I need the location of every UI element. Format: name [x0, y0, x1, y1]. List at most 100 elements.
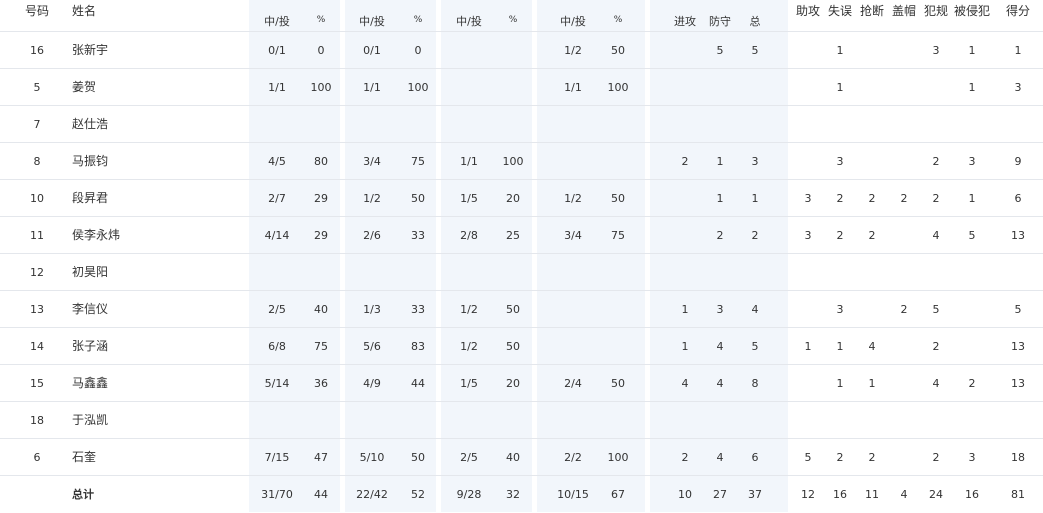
stat-pf: 2: [932, 451, 940, 464]
stat-fgp: 100: [310, 81, 332, 94]
stat-blk: 4: [900, 488, 908, 501]
stat-ast: 12: [801, 488, 815, 501]
header-rebound-defense: 防守: [709, 15, 731, 28]
stat-fg: 4/5: [268, 155, 286, 168]
header-two-pct: %: [413, 15, 423, 25]
stat-stl: 2: [868, 451, 876, 464]
stat-ftp: 75: [611, 229, 625, 242]
stat-stl: 2: [868, 229, 876, 242]
header-steals: 抢断: [859, 4, 885, 18]
stat-threep: 50: [506, 303, 520, 316]
stat-tov: 2: [836, 451, 844, 464]
stat-threep: 100: [502, 155, 524, 168]
stat-fg: 5/14: [264, 377, 290, 390]
stat-fd: 3: [968, 451, 976, 464]
stat-pts: 81: [1011, 488, 1025, 501]
stat-ftp: 67: [611, 488, 625, 501]
stat-pf: 5: [932, 303, 940, 316]
stat-blk: 2: [900, 192, 908, 205]
stat-twop: 83: [411, 340, 425, 353]
stat-two: 3/4: [363, 155, 381, 168]
player-name: 马鑫鑫: [72, 376, 109, 390]
stat-threep: 40: [506, 451, 520, 464]
header-name: 姓名: [72, 4, 97, 18]
stat-tov: 1: [836, 44, 844, 57]
stat-twop: 33: [411, 303, 425, 316]
table-row: 张子涵 14 6/8 75 5/6 83 1/2 50 1 4 5 1 1 4 2 13: [0, 327, 1043, 365]
stat-ast: 1: [804, 340, 812, 353]
stat-pf: 4: [932, 229, 940, 242]
stat-fg: 4/14: [264, 229, 290, 242]
stat-twop: 100: [407, 81, 429, 94]
header-points: 得分: [1005, 4, 1031, 18]
stat-two: 0/1: [363, 44, 381, 57]
stat-reb: 2: [751, 229, 759, 242]
stat-no: 11: [30, 229, 44, 242]
stat-three: 2/5: [460, 451, 478, 464]
player-name: 张子涵: [72, 339, 109, 353]
table-row: 赵仕浩 7: [0, 105, 1043, 143]
stat-reb: 5: [751, 340, 759, 353]
stat-ft: 1/2: [564, 44, 582, 57]
stat-tov: 2: [836, 192, 844, 205]
stat-pts: 13: [1011, 340, 1025, 353]
stat-fg: 2/5: [268, 303, 286, 316]
stat-pts: 5: [1014, 303, 1022, 316]
stat-dreb: 27: [713, 488, 727, 501]
stat-fd: 3: [968, 155, 976, 168]
stat-fgp: 0: [317, 44, 325, 57]
stat-no: 18: [30, 414, 44, 427]
stat-fgp: 75: [314, 340, 328, 353]
header-blocks: 盖帽: [891, 4, 917, 18]
stat-threep: 25: [506, 229, 520, 242]
stat-three: 9/28: [456, 488, 482, 501]
header-three-pct: %: [508, 15, 518, 25]
stat-ast: 3: [804, 192, 812, 205]
stat-two: 2/6: [363, 229, 381, 242]
stat-pf: 2: [932, 155, 940, 168]
table-row: 初昊阳 12: [0, 253, 1043, 291]
stat-stl: 1: [868, 377, 876, 390]
table-row: 李信仪 13 2/5 40 1/3 33 1/2 50 1 3 4 3 2 5 5: [0, 290, 1043, 328]
stat-ftp: 50: [611, 377, 625, 390]
table-row: 张新宇 16 0/1 0 0/1 0 1/2 50 5 5 1 3 1 1: [0, 31, 1043, 69]
stat-fg: 7/15: [264, 451, 290, 464]
stat-two: 5/10: [359, 451, 385, 464]
stat-dreb: 1: [716, 192, 724, 205]
stat-no: 14: [30, 340, 44, 353]
stat-fd: 1: [968, 192, 976, 205]
stat-ft: 2/2: [564, 451, 582, 464]
stat-three: 1/2: [460, 303, 478, 316]
player-name: 马振钧: [72, 154, 109, 168]
stat-fg: 6/8: [268, 340, 286, 353]
stat-pf: 4: [932, 377, 940, 390]
stat-pf: 2: [932, 340, 940, 353]
stat-reb: 8: [751, 377, 759, 390]
player-name: 姜贺: [72, 80, 97, 94]
stat-dreb: 4: [716, 451, 724, 464]
stat-pts: 6: [1014, 192, 1022, 205]
stat-ftp: 100: [607, 451, 629, 464]
stat-ast: 5: [804, 451, 812, 464]
stat-threep: 20: [506, 192, 520, 205]
stat-dreb: 1: [716, 155, 724, 168]
stat-twop: 44: [411, 377, 425, 390]
player-name: 侯李永炜: [72, 228, 121, 242]
player-name: 段昇君: [72, 191, 109, 205]
header-ft-made-att: 中/投: [560, 15, 586, 28]
stat-dreb: 5: [716, 44, 724, 57]
stat-pts: 13: [1011, 377, 1025, 390]
stat-fd: 1: [968, 81, 976, 94]
stat-three: 1/5: [460, 192, 478, 205]
stat-two: 5/6: [363, 340, 381, 353]
stat-blk: 2: [900, 303, 908, 316]
stat-pf: 24: [929, 488, 943, 501]
stat-three: 1/2: [460, 340, 478, 353]
stat-no: 8: [33, 155, 41, 168]
stat-dreb: 2: [716, 229, 724, 242]
stat-pts: 13: [1011, 229, 1025, 242]
stat-no: 7: [33, 118, 41, 131]
stat-ft: 10/15: [557, 488, 589, 501]
header-fouls: 犯规: [923, 4, 949, 18]
stat-oreb: 4: [681, 377, 689, 390]
